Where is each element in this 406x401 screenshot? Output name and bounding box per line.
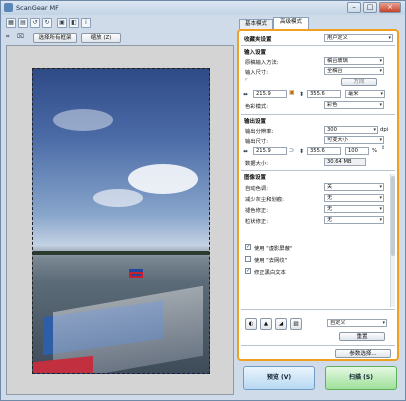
thumbnail-icon[interactable]: ▤ (18, 18, 28, 28)
output-resolution-select[interactable]: 300 ▾ (324, 126, 378, 134)
threshold-icon[interactable]: ▧ (290, 318, 302, 330)
title-bar: ScanGear MF – □ × (1, 1, 405, 15)
preferences-button[interactable]: 参数选择... (335, 349, 391, 358)
preview-area[interactable] (6, 45, 234, 395)
resolution-unit: dpi (380, 127, 389, 133)
output-resolution-label: 输出分辨率: (245, 129, 274, 135)
correct-text-checkbox[interactable]: ✓ (245, 268, 251, 274)
data-size-label: 数据大小: (245, 161, 268, 167)
output-width-field[interactable]: 215.9 (253, 147, 287, 155)
data-size-value: 30.64 MB (324, 158, 366, 166)
input-settings-heading: 输入设置 (244, 50, 267, 56)
tab-basic-mode[interactable]: 基本模式 (239, 19, 273, 29)
fading-correction-select[interactable]: 无 ▾ (324, 205, 384, 213)
dust-scratch-select[interactable]: 无 ▾ (324, 194, 384, 202)
mirror-icon[interactable]: ◧ (69, 18, 79, 28)
color-mode-label: 色彩模式: (245, 104, 268, 110)
paper-input-select[interactable]: 稿台玻璃 ▾ (324, 57, 384, 65)
grain-correction-select[interactable]: 无 ▾ (324, 216, 384, 224)
image-settings-heading: 图像设置 (244, 175, 267, 181)
info-icon[interactable]: i (81, 18, 91, 28)
preview-image[interactable] (32, 68, 210, 374)
select-frame-icon[interactable]: ▦ (6, 18, 16, 28)
lock-ratio-icon[interactable]: ▣ (289, 89, 295, 96)
output-size-label: 输出尺寸: (245, 139, 268, 145)
auto-tone-select[interactable]: 关 ▾ (324, 183, 384, 191)
minimize-button[interactable]: – (347, 2, 361, 13)
tone-curve-icon[interactable]: ◢ (275, 318, 287, 330)
output-settings-heading: 输出设置 (244, 119, 267, 125)
zoom-button[interactable]: 缩放 (Z) (81, 33, 121, 43)
fading-correction-label: 褪色修正: (245, 208, 268, 214)
width-icon: ⬌ (243, 91, 249, 98)
reset-button[interactable]: 重置 (339, 332, 385, 341)
input-size-select[interactable]: 全稿台 ▾ (324, 67, 384, 75)
advanced-settings-panel: 收藏夹设置 用户定义 ▾ 输入设置 原稿输入方法: 稿台玻璃 ▾ 输入尺寸: 全稿台… (237, 29, 399, 361)
image-settings-scrollbar[interactable] (390, 174, 395, 307)
preview-button[interactable]: 预览 (V) (243, 366, 315, 390)
dust-scratch-label: 减少灰尘和划痕: (245, 197, 284, 203)
paper-input-label: 原稿输入方法: (245, 60, 279, 66)
color-mode-select[interactable]: 彩色 ▾ (324, 101, 384, 109)
output-height-icon: ⬍ (299, 148, 305, 155)
scale-field[interactable]: 100 (345, 147, 369, 155)
output-size-select[interactable]: 可变大小 ▾ (324, 136, 384, 144)
input-width-field[interactable]: 215.9 (253, 90, 287, 98)
input-unit-select[interactable]: 毫米 ▾ (345, 90, 385, 98)
descreen-label: 使用 "去网纹" (254, 258, 288, 264)
histogram-icon[interactable]: ▲ (260, 318, 272, 330)
unsharp-mask-checkbox[interactable]: ✓ (245, 244, 251, 250)
favorite-settings-label: 收藏夹设置 (244, 37, 272, 43)
grain-correction-label: 粒状修正: (245, 219, 268, 225)
tone-preset-select[interactable]: 自定义 ▾ (327, 319, 387, 327)
scan-button[interactable]: 扫描 (S) (325, 366, 397, 390)
close-button[interactable]: × (379, 2, 401, 13)
output-width-icon: ⬌ (243, 148, 249, 155)
rotate-right-icon[interactable]: ↻ (42, 18, 52, 28)
input-height-field[interactable]: 355.6 (307, 90, 341, 98)
descreen-checkbox[interactable] (245, 256, 251, 262)
brightness-contrast-icon[interactable]: ◐ (245, 318, 257, 330)
scale-stepper-icon[interactable]: ⇕ (381, 145, 385, 152)
auto-tone-label: 自动色调: (245, 186, 268, 192)
flag-image (129, 269, 143, 278)
input-size-label: 输入尺寸: (245, 70, 268, 76)
tab-advanced-mode[interactable]: 高级模式 (273, 17, 309, 29)
crop-all-button[interactable]: 选择所有框架 (33, 33, 77, 43)
rotate-left-icon[interactable]: ↺ (30, 18, 40, 28)
scrollbar-thumb[interactable] (391, 176, 395, 256)
height-icon: ⬍ (299, 91, 305, 98)
favorite-settings-select[interactable]: 用户定义 ▾ (324, 34, 393, 42)
unsharp-mask-label: 使用 "虚影屏蔽" (254, 246, 293, 252)
app-icon (4, 3, 13, 12)
output-lock-icon[interactable]: ⊃ (289, 147, 294, 154)
output-height-field[interactable]: 355.6 (307, 147, 341, 155)
maximize-button[interactable]: □ (363, 2, 377, 13)
scale-unit: % (372, 148, 378, 154)
scangear-window: ScanGear MF – □ × ▦ ▤ ↺ ↻ ▣ ◧ i ⌗ ⌧ 选择所有… (0, 0, 406, 401)
correct-text-label: 修正黑白文本 (254, 270, 286, 276)
auto-crop-icon[interactable]: ▣ (57, 18, 67, 28)
orientation-button[interactable]: 方向 (341, 78, 377, 86)
crop-frame-icon[interactable]: ⌗ (6, 33, 9, 40)
clear-frame-icon[interactable]: ⌧ (17, 33, 24, 40)
window-title: ScanGear MF (16, 4, 59, 12)
aspect-ratio-icon: ◜ (245, 77, 248, 84)
